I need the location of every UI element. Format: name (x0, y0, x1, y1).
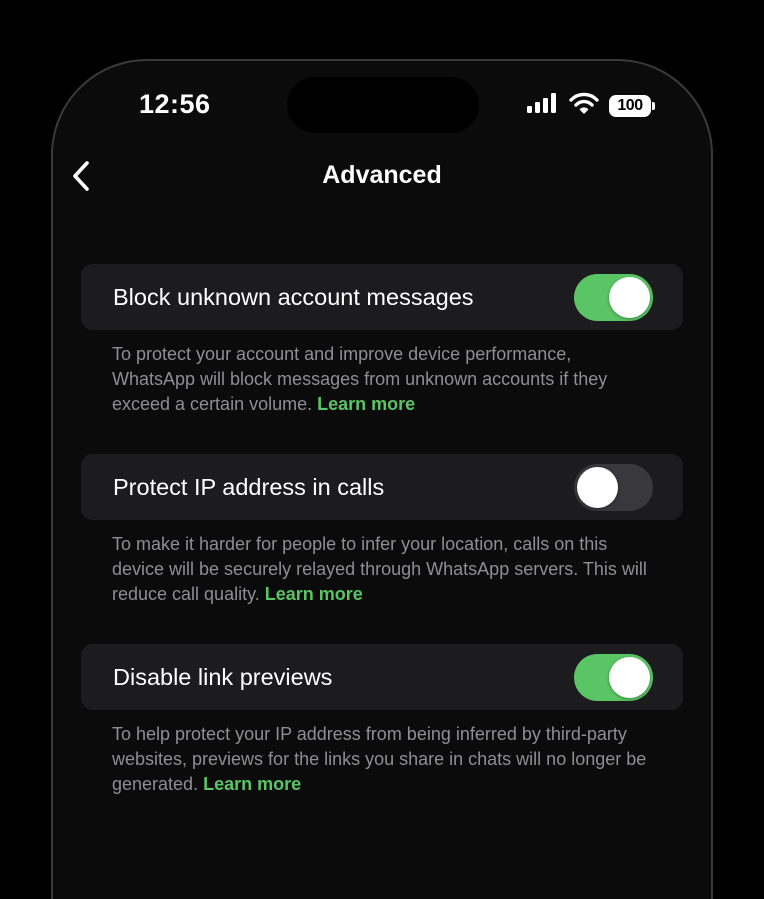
toggle-knob (609, 276, 650, 318)
learn-more-link[interactable]: Learn more (203, 774, 301, 794)
block-unknown-toggle[interactable] (574, 273, 653, 321)
setting-row: Disable link previews (81, 644, 683, 710)
link-previews-toggle[interactable] (574, 653, 653, 701)
setting-row: Protect IP address in calls (81, 454, 683, 520)
setting-description: To help protect your IP address from bei… (112, 722, 652, 797)
toggle-knob (577, 466, 618, 508)
setting-description: To protect your account and improve devi… (112, 342, 652, 417)
dynamic-island (287, 77, 479, 133)
protect-ip-toggle[interactable] (574, 463, 653, 511)
setting-label: Disable link previews (113, 663, 333, 690)
setting-label: Block unknown account messages (113, 283, 474, 310)
navigation-bar: Advanced (53, 151, 711, 201)
status-time: 12:56 (139, 89, 211, 119)
status-bar: 12:56 100 (53, 61, 711, 141)
setting-row: Block unknown account messages (81, 264, 683, 330)
wifi-icon (569, 92, 599, 119)
description-text: To help protect your IP address from bei… (112, 724, 647, 794)
setting-block-unknown-messages: Block unknown account messages To protec… (81, 264, 683, 417)
setting-disable-link-previews: Disable link previews To help protect yo… (81, 644, 683, 797)
toggle-knob (609, 656, 650, 698)
phone-frame: 12:56 100 Advanced Block unknown account… (51, 59, 713, 899)
page-title: Advanced (322, 161, 442, 189)
description-text: To make it harder for people to infer yo… (112, 534, 647, 604)
battery-cap (652, 101, 655, 110)
cellular-signal-icon (527, 93, 559, 118)
battery-level: 100 (609, 94, 651, 117)
battery-icon: 100 (609, 94, 655, 117)
status-icons: 100 (527, 92, 655, 119)
learn-more-link[interactable]: Learn more (265, 584, 363, 604)
setting-protect-ip: Protect IP address in calls To make it h… (81, 454, 683, 607)
setting-description: To make it harder for people to infer yo… (112, 532, 652, 607)
setting-label: Protect IP address in calls (113, 473, 385, 500)
learn-more-link[interactable]: Learn more (317, 394, 415, 414)
